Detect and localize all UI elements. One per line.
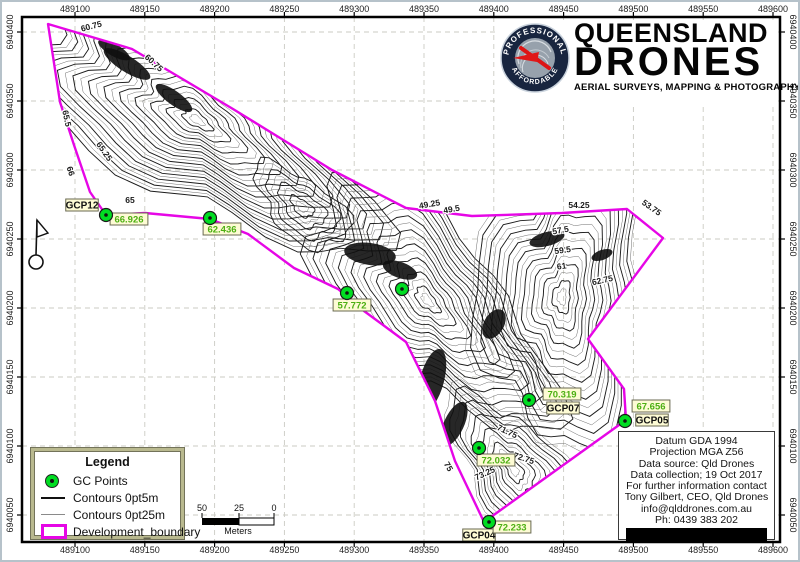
axis-label-bottom: 489250 bbox=[269, 545, 299, 555]
gcp-label: GCP07 bbox=[547, 404, 580, 415]
axis-label-left: 6940350 bbox=[5, 83, 15, 118]
axis-label-left: 6940050 bbox=[5, 497, 15, 532]
axis-label-left: 6940250 bbox=[5, 221, 15, 256]
scale-bar: 50 25 0 Meters bbox=[197, 503, 277, 536]
axis-label-top: 489200 bbox=[200, 4, 230, 14]
axis-label-right: 6940200 bbox=[788, 290, 798, 325]
axis-label-bottom: 489100 bbox=[60, 545, 90, 555]
gcp-marker bbox=[204, 212, 217, 225]
axis-label-top: 489600 bbox=[758, 4, 788, 14]
contour-label: 54.25 bbox=[568, 200, 590, 210]
axis-label-top: 489300 bbox=[339, 4, 369, 14]
gcp-label: 72.233 bbox=[497, 523, 526, 534]
gcp-marker bbox=[473, 442, 486, 455]
info-line: Projection MGA Z56 bbox=[621, 447, 772, 458]
legend-item-label: GC Points bbox=[73, 474, 128, 488]
axis-label-left: 6940400 bbox=[5, 14, 15, 49]
contour-label: 66 bbox=[65, 165, 78, 177]
map-info-box: Datum GDA 1994Projection MGA Z56Data sou… bbox=[618, 431, 775, 540]
gcp-label: GCP12 bbox=[66, 201, 99, 212]
contour-label: 75 bbox=[442, 460, 456, 473]
line-thin-swatch-icon bbox=[41, 514, 65, 515]
gcp-label: 67.656 bbox=[636, 402, 665, 413]
gcp-marker bbox=[341, 287, 354, 300]
legend-item-boundary: Development_boundary bbox=[41, 523, 174, 540]
axis-label-top: 489150 bbox=[130, 4, 160, 14]
gcp-marker-GCP07 bbox=[523, 394, 536, 407]
info-lines: Datum GDA 1994Projection MGA Z56Data sou… bbox=[621, 436, 772, 526]
contour-label: 61 bbox=[556, 260, 567, 271]
axis-label-top: 489100 bbox=[60, 4, 90, 14]
axis-label-top: 489400 bbox=[479, 4, 509, 14]
legend-item-label: Contours 0pt25m bbox=[73, 508, 165, 522]
axis-label-bottom: 489350 bbox=[409, 545, 439, 555]
axis-label-top: 489550 bbox=[688, 4, 718, 14]
legend-item-line-bold: Contours 0pt5m bbox=[41, 489, 174, 506]
gcp-label: 57.772 bbox=[337, 301, 366, 312]
legend-box: Legend GC Points Contours 0pt5m Contours 0… bbox=[30, 447, 185, 540]
legend-item-line-thin: Contours 0pt25m bbox=[41, 506, 174, 523]
axis-label-left: 6940150 bbox=[5, 359, 15, 394]
axis-label-bottom: 489400 bbox=[479, 545, 509, 555]
axis-label-bottom: 489450 bbox=[549, 545, 579, 555]
gcp-label: GCP05 bbox=[636, 416, 669, 427]
legend-items: GC Points Contours 0pt5m Contours 0pt25mDe… bbox=[41, 472, 174, 540]
axis-label-bottom: 489500 bbox=[618, 545, 648, 555]
contour-label: 53.75 bbox=[640, 197, 663, 218]
axis-label-right: 6940100 bbox=[788, 428, 798, 463]
legend-item-point: GC Points bbox=[41, 472, 174, 489]
gcp-label: 62.436 bbox=[207, 225, 236, 236]
point-swatch-icon bbox=[45, 474, 59, 488]
axis-label-bottom: 489600 bbox=[758, 545, 788, 555]
gcp-label: 72.032 bbox=[481, 456, 510, 467]
gcp-marker-GCP12 bbox=[100, 209, 113, 222]
axis-label-right: 6940250 bbox=[788, 221, 798, 256]
axis-label-top: 489500 bbox=[618, 4, 648, 14]
scale-bar-label: 50 bbox=[197, 503, 207, 513]
scale-bar-label: 25 bbox=[234, 503, 244, 513]
legend-title: Legend bbox=[41, 455, 174, 469]
company-logo: PROFESSIONAL AFFORDABLE QUEENSLAND DRONE… bbox=[499, 20, 775, 104]
redacted-bar bbox=[626, 528, 767, 541]
scale-bar-unit: Meters bbox=[224, 526, 252, 536]
scale-bar-label: 0 bbox=[271, 503, 276, 513]
axis-label-top: 489450 bbox=[549, 4, 579, 14]
axis-label-top: 489250 bbox=[269, 4, 299, 14]
legend-item-label: Development_boundary bbox=[73, 525, 200, 539]
axis-label-bottom: 489300 bbox=[339, 545, 369, 555]
map-page: 60.7560.7549.2549.554.2553.7565.56665.25… bbox=[0, 0, 800, 562]
axis-label-right: 6940050 bbox=[788, 497, 798, 532]
axis-label-bottom: 489150 bbox=[130, 545, 160, 555]
axis-label-right: 6940150 bbox=[788, 359, 798, 394]
gcp-marker-GCP05 bbox=[619, 415, 632, 428]
line-bold-swatch-icon bbox=[41, 497, 65, 499]
axis-label-left: 6940200 bbox=[5, 290, 15, 325]
contour-label: 65 bbox=[125, 195, 135, 205]
axis-label-right: 6940300 bbox=[788, 152, 798, 187]
contour-label: 49.25 bbox=[418, 197, 441, 211]
info-line: Ph: 0439 383 202 bbox=[621, 515, 772, 526]
axis-label-bottom: 489200 bbox=[200, 545, 230, 555]
gcp-marker bbox=[396, 283, 409, 296]
north-arrow-icon bbox=[29, 220, 48, 269]
axis-label-bottom: 489550 bbox=[688, 545, 718, 555]
gcp-label: GCP04 bbox=[463, 531, 496, 542]
logo-badge-icon: PROFESSIONAL AFFORDABLE bbox=[499, 22, 571, 94]
legend-item-label: Contours 0pt5m bbox=[73, 491, 158, 505]
boundary-swatch-icon bbox=[41, 524, 67, 539]
gcp-marker-GCP04 bbox=[483, 516, 496, 529]
logo-tagline: AERIAL SURVEYS, MAPPING & PHOTOGRAPHY bbox=[574, 82, 800, 93]
axis-label-left: 6940100 bbox=[5, 428, 15, 463]
contour-label: 65.5 bbox=[60, 109, 73, 128]
axis-label-top: 489350 bbox=[409, 4, 439, 14]
logo-title-line2: DRONES bbox=[574, 46, 800, 79]
gcp-label: 70.319 bbox=[547, 390, 576, 401]
contour-label: 60.75 bbox=[80, 18, 103, 33]
gcp-label: 66.926 bbox=[114, 215, 143, 226]
axis-label-left: 6940300 bbox=[5, 152, 15, 187]
